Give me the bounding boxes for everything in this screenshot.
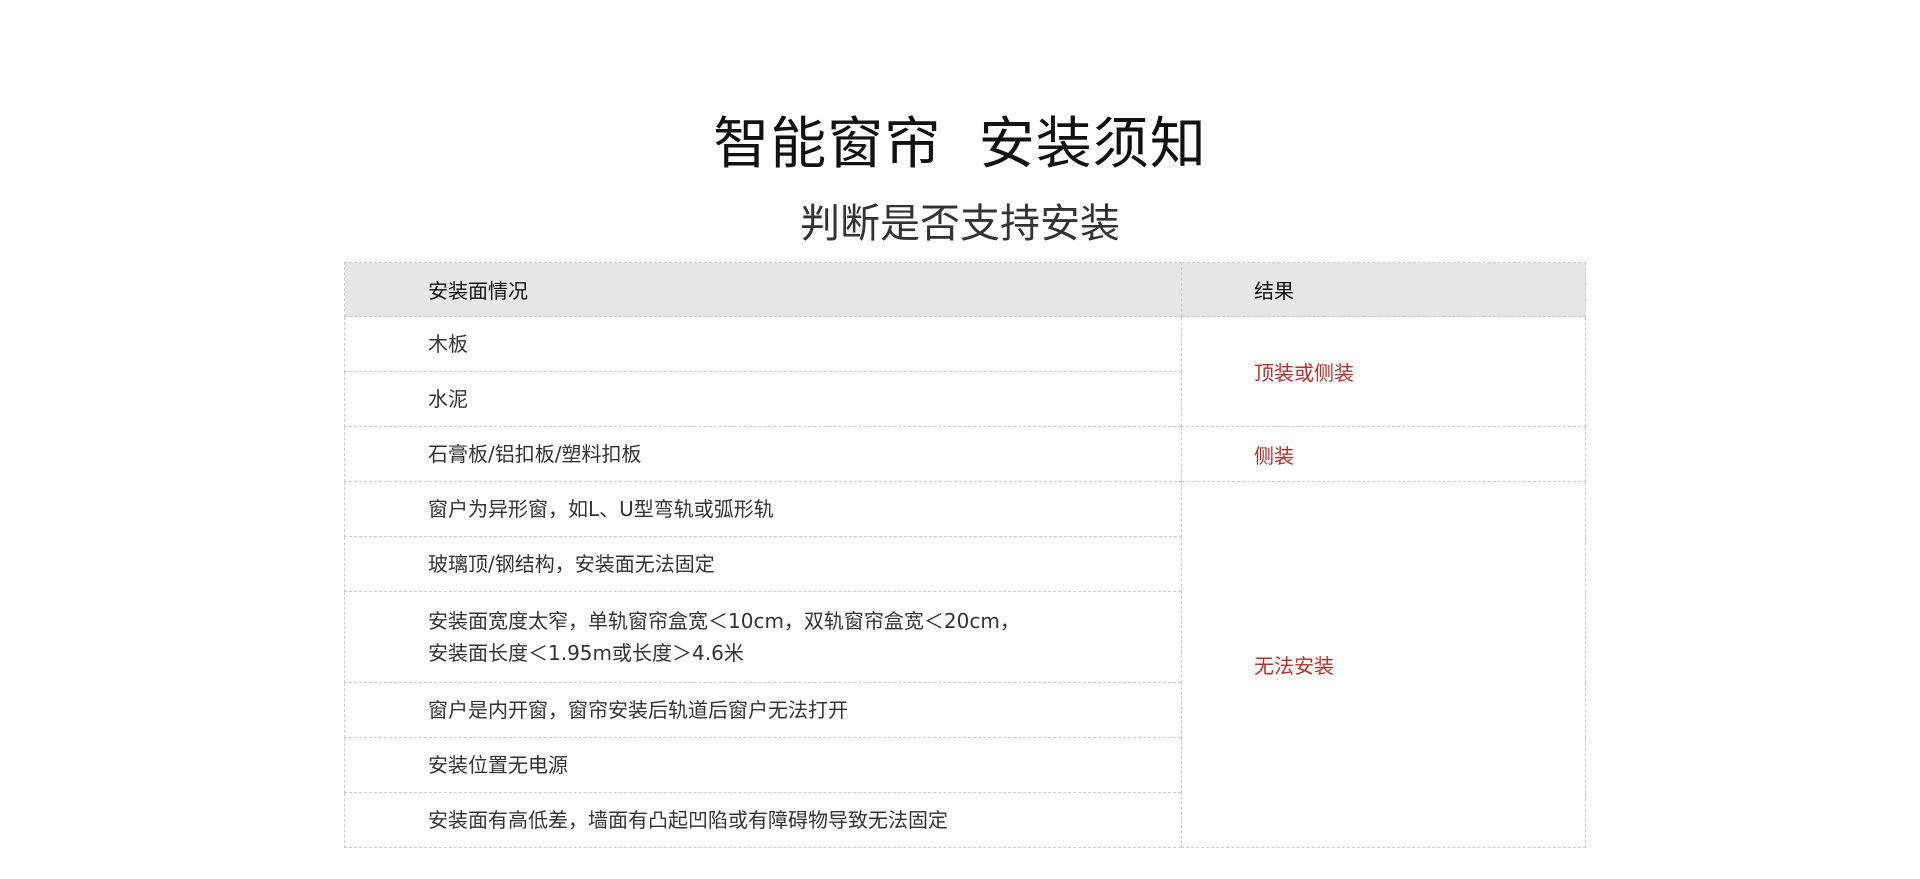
column-header-result: 结果 bbox=[1181, 262, 1586, 317]
condition-line: 安装面宽度太窄，单轨窗帘盒宽＜10cm，双轨窗帘盒宽＜20cm， bbox=[428, 609, 1020, 633]
result-cell-top-or-side: 顶装或侧装 bbox=[1181, 316, 1586, 427]
column-header-condition: 安装面情况 bbox=[344, 262, 1182, 317]
condition-cell: 木板 bbox=[344, 316, 1182, 372]
condition-cell: 水泥 bbox=[344, 371, 1182, 427]
result-cell-not-installable: 无法安装 bbox=[1181, 481, 1586, 848]
condition-cell: 玻璃顶/钢结构，安装面无法固定 bbox=[344, 536, 1182, 592]
page: 智能窗帘 安装须知 判断是否支持安装 安装面情况 结果 木板 顶装或侧装 水泥 … bbox=[0, 0, 1920, 879]
condition-cell: 安装位置无电源 bbox=[344, 737, 1182, 793]
condition-cell: 安装面宽度太窄，单轨窗帘盒宽＜10cm，双轨窗帘盒宽＜20cm， 安装面长度＜1… bbox=[344, 591, 1182, 683]
installation-conditions-table: 安装面情况 结果 木板 顶装或侧装 水泥 石膏板/铝扣板/塑料扣板 侧装 窗户为… bbox=[344, 262, 1586, 848]
condition-line: 安装面长度＜1.95m或长度＞4.6米 bbox=[428, 641, 744, 665]
table-row: 石膏板/铝扣板/塑料扣板 侧装 bbox=[344, 426, 1586, 482]
page-title: 智能窗帘 安装须知 bbox=[713, 111, 1207, 177]
condition-cell: 石膏板/铝扣板/塑料扣板 bbox=[344, 426, 1182, 482]
table-row: 木板 顶装或侧装 bbox=[344, 316, 1586, 427]
table-header-row: 安装面情况 结果 bbox=[344, 262, 1586, 317]
condition-cell: 窗户是内开窗，窗帘安装后轨道后窗户无法打开 bbox=[344, 682, 1182, 738]
result-cell-side: 侧装 bbox=[1181, 426, 1586, 482]
condition-cell: 安装面有高低差，墙面有凸起凹陷或有障碍物导致无法固定 bbox=[344, 792, 1182, 848]
condition-cell: 窗户为异形窗，如L、U型弯轨或弧形轨 bbox=[344, 481, 1182, 537]
page-subtitle: 判断是否支持安装 bbox=[800, 201, 1120, 248]
table-row: 窗户为异形窗，如L、U型弯轨或弧形轨 无法安装 bbox=[344, 481, 1586, 848]
